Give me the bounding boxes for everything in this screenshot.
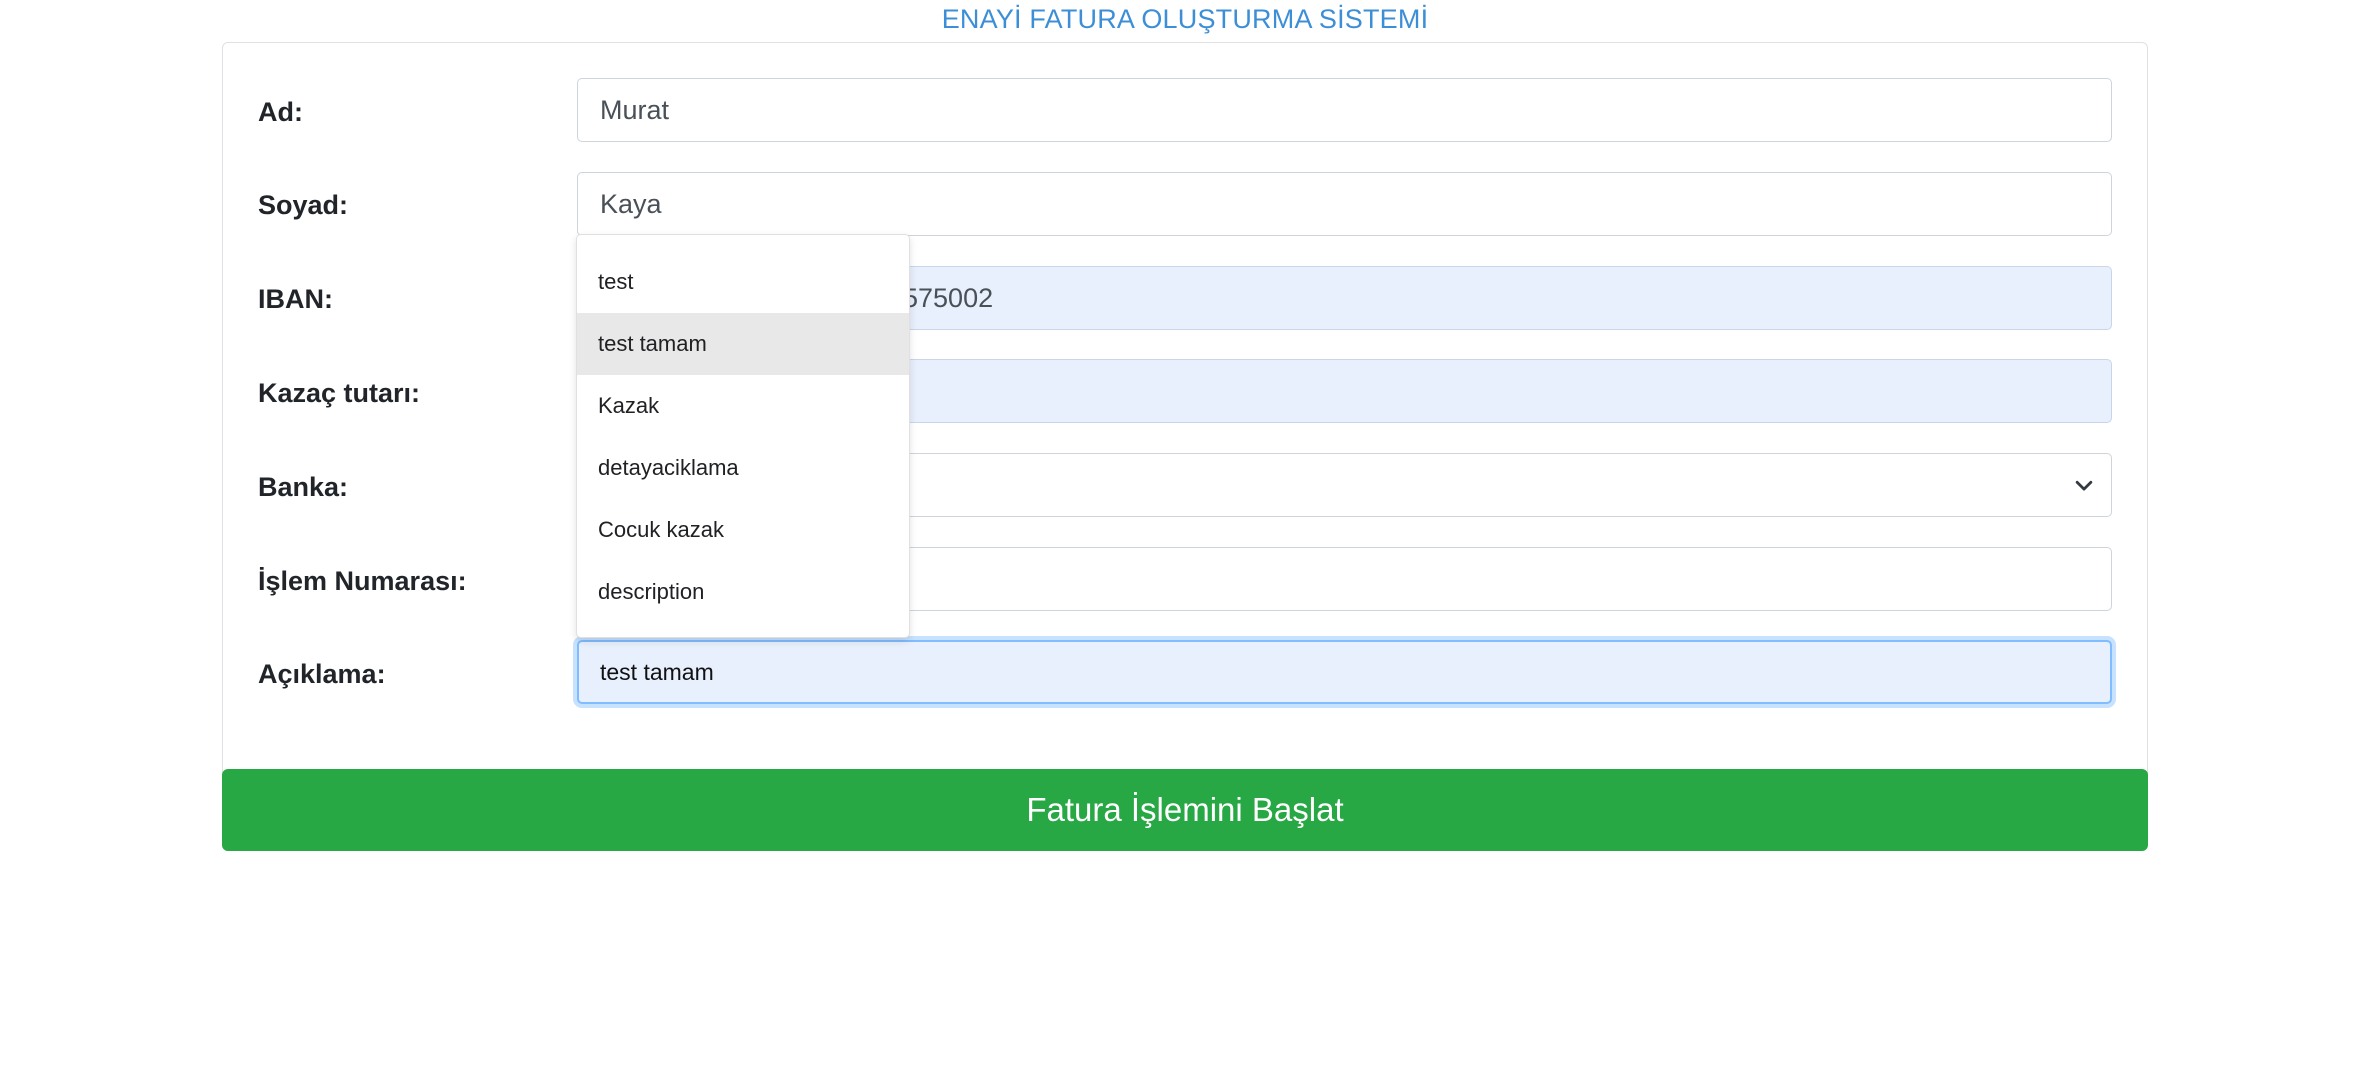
description-input[interactable]: test tamam — [577, 640, 2112, 704]
page-title: ENAYİ FATURA OLUŞTURMA SİSTEMİ — [941, 4, 1429, 34]
amount-label: Kazaç tutarı: — [258, 378, 421, 408]
chevron-down-icon — [2073, 474, 2095, 496]
first-name-value: Murat — [600, 94, 670, 125]
first-name-input[interactable]: Murat — [577, 78, 2112, 142]
iban-label: IBAN: — [258, 284, 333, 314]
description-label: Açıklama: — [258, 659, 386, 689]
bank-label: Banka: — [258, 472, 349, 502]
autocomplete-option[interactable]: test — [577, 251, 909, 313]
autocomplete-option[interactable]: Cocuk kazak — [577, 499, 909, 561]
last-name-value: Kaya — [600, 188, 662, 219]
transaction-number-label: İşlem Numarası: — [258, 566, 467, 596]
autocomplete-option[interactable]: detayaciklama — [577, 437, 909, 499]
autocomplete-option-highlighted[interactable]: test tamam — [577, 313, 909, 375]
autocomplete-dropdown: test test tamam Kazak detayaciklama Cocu… — [576, 234, 910, 638]
description-value: test tamam — [600, 658, 714, 685]
start-invoice-button[interactable]: Fatura İşlemini Başlat — [222, 769, 2148, 851]
last-name-label: Soyad: — [258, 190, 349, 220]
autocomplete-option[interactable]: Kazak — [577, 375, 909, 437]
last-name-input[interactable]: Kaya — [577, 172, 2112, 236]
autocomplete-option[interactable]: description — [577, 561, 909, 623]
iban-value: 575002 — [903, 282, 994, 313]
first-name-label: Ad: — [258, 97, 303, 127]
